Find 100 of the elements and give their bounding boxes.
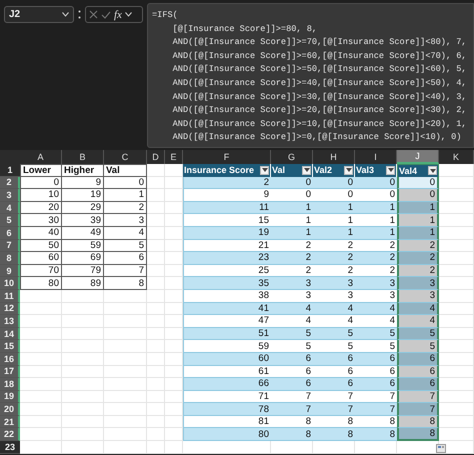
- header-cell: Val: [104, 164, 147, 177]
- chevron-down-icon: [62, 12, 69, 17]
- filter-button[interactable]: [302, 166, 311, 175]
- empty-cell: [147, 164, 165, 177]
- table-cell: 9: [62, 176, 104, 190]
- row-header[interactable]: 5: [0, 214, 20, 227]
- empty-cell: [104, 290, 147, 303]
- filter-button[interactable]: [260, 166, 269, 175]
- row-header[interactable]: 10: [0, 277, 20, 290]
- empty-cell: [147, 340, 165, 353]
- table-cell: 1: [397, 214, 439, 227]
- empty-cell: [147, 390, 165, 404]
- row-header[interactable]: 13: [0, 315, 20, 328]
- row-header[interactable]: 4: [0, 202, 20, 214]
- empty-cell: [104, 366, 147, 378]
- row-header[interactable]: 17: [0, 366, 20, 378]
- table-cell: 1: [271, 226, 313, 240]
- empty-cell: [62, 378, 104, 391]
- check-icon[interactable]: [101, 10, 111, 18]
- cancel-icon[interactable]: [89, 10, 98, 19]
- row-header[interactable]: 19: [0, 390, 20, 404]
- empty-cell: [147, 403, 165, 416]
- row-header[interactable]: 9: [0, 264, 20, 278]
- empty-cell: [147, 366, 165, 378]
- caret-icon: [346, 168, 352, 172]
- column-header[interactable]: G: [271, 150, 313, 164]
- column-header[interactable]: A: [20, 150, 62, 164]
- table-cell: 8: [355, 428, 397, 442]
- quick-analysis-icon[interactable]: [436, 444, 446, 453]
- row-header[interactable]: 11: [0, 290, 20, 303]
- row-header[interactable]: 20: [0, 403, 20, 416]
- table-cell: 8: [313, 428, 355, 442]
- header-label: Val: [272, 165, 286, 176]
- row-header[interactable]: 15: [0, 340, 20, 353]
- empty-cell: [147, 189, 165, 202]
- table-cell: 1: [355, 226, 397, 240]
- empty-cell: [355, 441, 397, 454]
- empty-cell: [147, 202, 165, 214]
- row-header[interactable]: 12: [0, 302, 20, 316]
- row-header[interactable]: 1: [0, 164, 20, 177]
- table-cell: 51: [183, 328, 271, 340]
- table-cell: 70: [20, 264, 62, 278]
- empty-cell: [165, 189, 183, 202]
- empty-cell: [165, 290, 183, 303]
- name-box[interactable]: J2: [4, 6, 74, 23]
- table-cell: 50: [20, 240, 62, 252]
- filter-button[interactable]: [386, 166, 395, 175]
- empty-cell: [62, 328, 104, 340]
- column-header[interactable]: I: [355, 150, 397, 164]
- empty-cell: [165, 441, 183, 454]
- row-header[interactable]: 16: [0, 352, 20, 366]
- table-cell: 2: [397, 264, 439, 278]
- empty-cell: [62, 315, 104, 328]
- table-cell: 1: [313, 202, 355, 214]
- row-header[interactable]: 21: [0, 416, 20, 428]
- row-header[interactable]: 8: [0, 252, 20, 265]
- table-cell: 7: [355, 403, 397, 416]
- column-header[interactable]: F: [183, 150, 271, 164]
- table-cell: 8: [104, 277, 147, 290]
- filter-button[interactable]: [428, 166, 437, 176]
- table-cell: 5: [313, 328, 355, 340]
- header-label: Val4: [399, 166, 418, 176]
- table-cell: 7: [104, 264, 147, 278]
- empty-cell: [104, 441, 147, 454]
- row-header[interactable]: 2: [0, 176, 20, 190]
- caret-icon: [430, 168, 436, 173]
- row-header[interactable]: 3: [0, 189, 20, 202]
- column-header[interactable]: B: [62, 150, 104, 164]
- header-cell: Higher: [62, 164, 104, 177]
- column-header[interactable]: K: [439, 150, 474, 164]
- table-cell: 6: [355, 378, 397, 391]
- table-cell: 8: [397, 428, 439, 442]
- table-cell: 3: [313, 277, 355, 290]
- column-header[interactable]: D: [147, 150, 165, 164]
- table-cell: 60: [183, 352, 271, 366]
- row-header[interactable]: 23: [0, 441, 20, 454]
- row-header[interactable]: 7: [0, 240, 20, 252]
- column-header[interactable]: H: [313, 150, 355, 164]
- column-header[interactable]: E: [165, 150, 183, 164]
- vertical-ellipsis-icon[interactable]: [78, 10, 81, 19]
- column-header[interactable]: C: [104, 150, 147, 164]
- empty-cell: [165, 315, 183, 328]
- table-cell: 1: [313, 226, 355, 240]
- chevron-down-icon[interactable]: [124, 12, 132, 17]
- header-label: Val2: [314, 165, 332, 176]
- column-header[interactable]: J: [397, 150, 439, 164]
- row-header[interactable]: 18: [0, 378, 20, 391]
- empty-cell: [165, 264, 183, 278]
- empty-cell: [147, 378, 165, 391]
- empty-cell: [147, 252, 165, 265]
- filter-button[interactable]: [344, 166, 353, 175]
- table-cell: 0: [104, 176, 147, 190]
- formula-field[interactable]: =IFS( [@[Insurance Score]]>=80, 8, AND([@[Insurance Score]]>=70,[@[Insurance Score]]<80), 7, AND([@[Insurance Score]]>=60,[@[Insurance Score]]<70), 6, AND([@[Insurance Score]]>=50,[@[Insurance Score]]<60), 5, AND([@[Insurance Score]]>=40,[@[Insurance Score]]<50), 4, AND([@[Insurance Score]]>=30,[@[Insurance Score]]<40), 3, AND([@[Insurance Score]]>=20,[@[Insurance Score]]<30), 2, AND([@[Insurance Score]]>=10,[@[Insurance Score]]<20), 1, AND([@[Insurance Score]]>=0,[@[Insurance Score]]<10), 0): [147, 3, 474, 148]
- table-cell: 4: [313, 302, 355, 316]
- insert-function-button[interactable]: fx: [114, 8, 122, 20]
- table-cell: 11: [183, 202, 271, 214]
- row-header[interactable]: 6: [0, 226, 20, 240]
- row-header[interactable]: 22: [0, 428, 20, 442]
- table-cell: 5: [397, 340, 439, 353]
- row-header[interactable]: 14: [0, 328, 20, 340]
